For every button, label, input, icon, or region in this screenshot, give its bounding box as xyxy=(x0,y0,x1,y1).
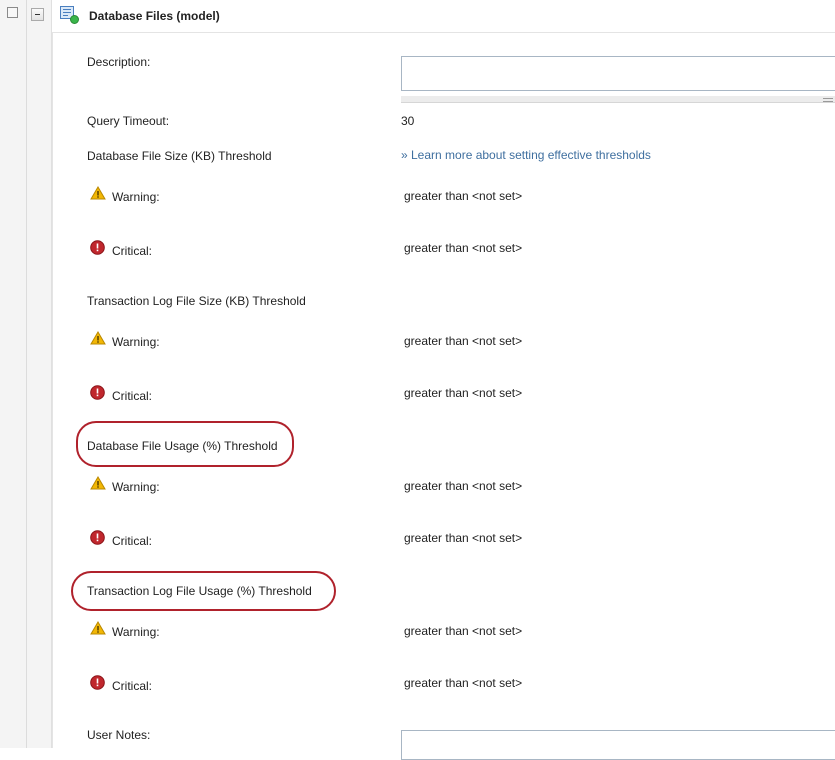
user-notes-label: User Notes: xyxy=(87,728,151,742)
query-timeout-label: Query Timeout: xyxy=(87,114,170,128)
threshold-title-db-file-size: Database File Size (KB) Threshold xyxy=(87,149,272,163)
critical-value: greater than <not set> xyxy=(404,676,523,690)
critical-circle-icon xyxy=(90,530,105,545)
query-timeout-value: 30 xyxy=(401,114,415,128)
warning-label: Warning: xyxy=(112,335,160,349)
learn-more-thresholds-link[interactable]: » Learn more about setting effective thr… xyxy=(401,148,651,162)
critical-circle-icon xyxy=(90,385,105,400)
threshold-title-log-file-usage: Transaction Log File Usage (%) Threshold xyxy=(87,584,312,598)
critical-value: greater than <not set> xyxy=(404,531,523,545)
critical-label: Critical: xyxy=(112,244,153,258)
critical-label: Critical: xyxy=(112,679,153,693)
warning-triangle-icon xyxy=(90,186,106,200)
user-notes-field[interactable] xyxy=(401,730,835,760)
warning-value: greater than <not set> xyxy=(404,479,523,493)
collapse-column xyxy=(27,0,52,748)
threshold-title-db-file-usage: Database File Usage (%) Threshold xyxy=(87,439,278,453)
description-field[interactable] xyxy=(401,56,835,91)
critical-value: greater than <not set> xyxy=(404,386,523,400)
critical-circle-icon xyxy=(90,240,105,255)
critical-label: Critical: xyxy=(112,389,153,403)
warning-value: greater than <not set> xyxy=(404,189,523,203)
warning-triangle-icon xyxy=(90,331,106,345)
warning-label: Warning: xyxy=(112,480,160,494)
panel-title: Database Files (model) xyxy=(89,9,220,23)
database-files-icon xyxy=(60,6,79,24)
content-border xyxy=(52,33,53,748)
critical-circle-icon xyxy=(90,675,105,690)
warning-label: Warning: xyxy=(112,625,160,639)
warning-value: greater than <not set> xyxy=(404,624,523,638)
threshold-title-log-file-size: Transaction Log File Size (KB) Threshold xyxy=(87,294,306,308)
critical-label: Critical: xyxy=(112,534,153,548)
warning-value: greater than <not set> xyxy=(404,334,523,348)
warning-label: Warning: xyxy=(112,190,160,204)
left-gutter xyxy=(0,0,27,748)
warning-triangle-icon xyxy=(90,476,106,490)
select-checkbox[interactable] xyxy=(7,7,18,18)
description-label: Description: xyxy=(87,55,151,69)
description-resize-handle[interactable] xyxy=(401,96,835,103)
warning-triangle-icon xyxy=(90,621,106,635)
collapse-minus-icon[interactable] xyxy=(31,8,44,21)
critical-value: greater than <not set> xyxy=(404,241,523,255)
